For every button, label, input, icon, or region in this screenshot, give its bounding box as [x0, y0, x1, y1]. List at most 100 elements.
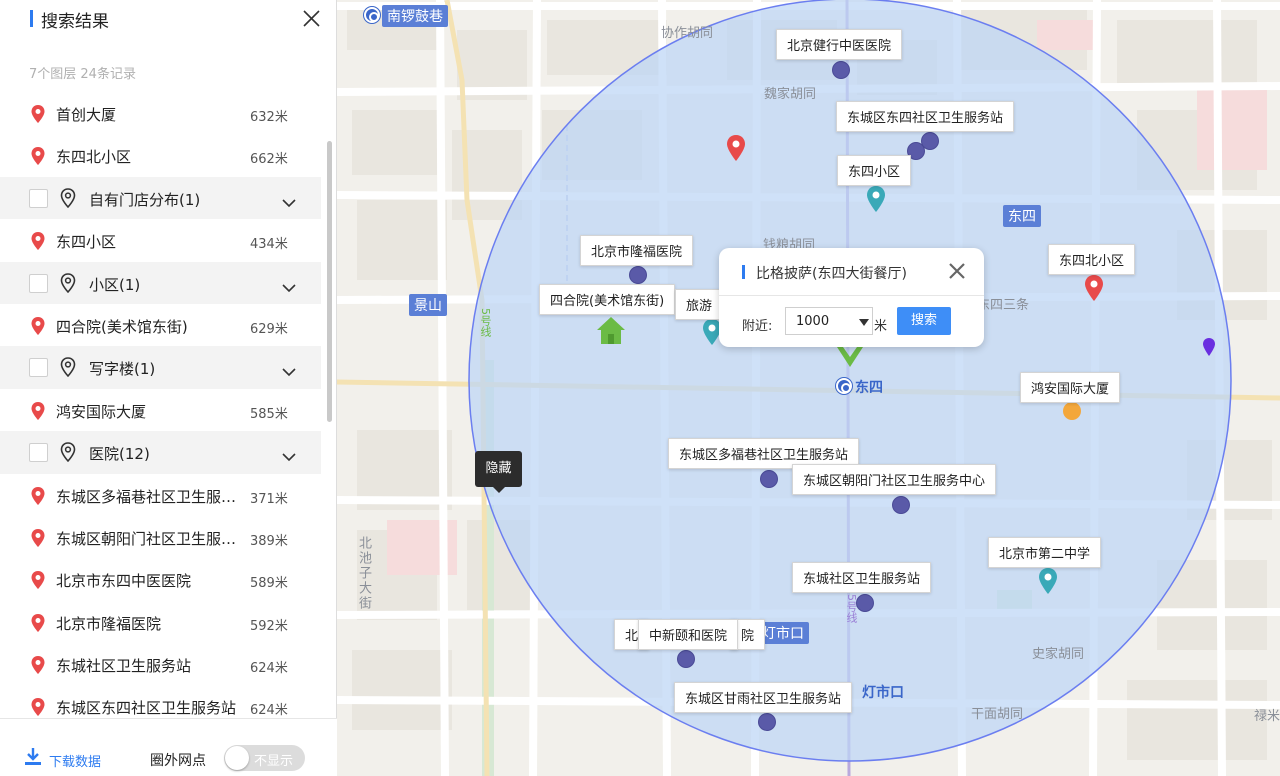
layer-group-header[interactable]: 医院(12): [0, 431, 321, 474]
hospital-marker[interactable]: [677, 650, 695, 668]
popup-title: 比格披萨(东四大街餐厅): [756, 266, 907, 282]
popup-title-accent: [742, 265, 745, 279]
red-pin-icon[interactable]: [726, 134, 746, 164]
poi-label[interactable]: 中新颐和医院: [638, 619, 739, 650]
street-label: 东四三条: [977, 298, 1030, 313]
red-pin-icon: [30, 401, 46, 421]
map-base: [337, 0, 1280, 776]
layer-name: 小区(1): [89, 275, 141, 294]
outside-points-label: 圈外网点: [150, 753, 206, 769]
result-item[interactable]: 四合院(美术馆东街) 629米: [0, 304, 321, 346]
red-pin-icon[interactable]: [1084, 274, 1104, 304]
layer-checkbox[interactable]: [29, 443, 48, 463]
result-distance: 389米: [250, 533, 288, 549]
hospital-marker[interactable]: [629, 266, 647, 284]
result-name: 鸿安国际大厦: [56, 402, 147, 421]
hide-sidebar-tooltip[interactable]: 隐藏: [475, 451, 522, 493]
poi-label[interactable]: 东城区甘雨社区卫生服务站: [674, 682, 853, 713]
teal-pin-icon[interactable]: [866, 185, 886, 215]
poi-label[interactable]: 东四小区: [837, 155, 912, 186]
outside-points-toggle[interactable]: 不显示: [224, 745, 305, 771]
close-icon[interactable]: [303, 10, 320, 27]
poi-label[interactable]: 北京市隆福医院: [580, 235, 694, 266]
result-item[interactable]: 东四北小区 662米: [0, 134, 321, 176]
download-data-link[interactable]: 下载数据: [49, 751, 101, 770]
result-item[interactable]: 东城区多福巷社区卫生服务站 371米: [0, 474, 321, 516]
house-icon[interactable]: [594, 314, 628, 346]
panel-footer: 下载数据 圈外网点 不显示: [0, 718, 337, 776]
poi-label[interactable]: 北京健行中医医院: [776, 29, 903, 60]
hospital-marker[interactable]: [892, 496, 910, 514]
metro-line-label: 5号线: [479, 308, 492, 337]
layer-name: 医院(12): [89, 445, 150, 464]
layer-checkbox[interactable]: [29, 358, 48, 378]
poi-label[interactable]: 东城区东四社区卫生服务站: [836, 101, 1015, 132]
poi-label[interactable]: 东城社区卫生服务站: [792, 562, 932, 593]
search-results-panel: 搜索结果 7个图层 24条记录 首创大厦 632米 东四北小区 662米 自有门店分布(…: [0, 0, 337, 776]
poi-label[interactable]: 旅游: [675, 289, 724, 320]
red-pin-icon: [30, 316, 46, 336]
result-name: 北京市东四中医医院: [56, 572, 192, 591]
result-distance: 629米: [250, 321, 288, 337]
result-distance: 624米: [250, 703, 288, 718]
result-item[interactable]: 东城区朝阳门社区卫生服务中心 389米: [0, 516, 321, 558]
poi-label[interactable]: 鸿安国际大厦: [1020, 372, 1121, 403]
selected-marker-icon[interactable]: [835, 343, 865, 371]
popup-divider: [719, 295, 984, 296]
radius-input[interactable]: [785, 307, 857, 335]
chevron-down-icon[interactable]: [282, 278, 296, 292]
hospital-marker[interactable]: [856, 594, 874, 612]
chevron-down-icon[interactable]: [282, 362, 296, 377]
result-item[interactable]: 北京市隆福医院 592米: [0, 601, 321, 643]
result-name: 东城区多福巷社区卫生服务站: [56, 487, 240, 506]
result-name: 东四小区: [56, 233, 117, 252]
layer-group-header[interactable]: 写字楼(1): [0, 346, 321, 389]
radius-dropdown-button[interactable]: [856, 307, 873, 335]
street-label: 魏家胡同: [764, 87, 817, 102]
location-icon: [60, 272, 76, 293]
red-pin-icon: [30, 104, 46, 124]
purple-pin-icon[interactable]: [1202, 337, 1216, 357]
download-icon[interactable]: [24, 747, 42, 767]
hospital-marker[interactable]: [832, 61, 850, 79]
title-accent: [30, 10, 33, 27]
red-pin-icon: [30, 570, 46, 590]
layer-group-header[interactable]: 自有门店分布(1): [0, 176, 321, 220]
result-item[interactable]: 鸿安国际大厦 585米: [0, 389, 321, 431]
hospital-marker[interactable]: [758, 713, 776, 731]
layer-checkbox[interactable]: [29, 273, 48, 293]
street-label: 北池子大街: [356, 536, 371, 611]
metro-station-label: 东四: [855, 380, 883, 396]
toggle-knob: [225, 746, 249, 770]
result-name: 东四北小区: [56, 148, 132, 167]
result-name: 四合院(美术馆东街): [56, 317, 188, 336]
red-pin-icon: [30, 146, 46, 166]
layer-checkbox[interactable]: [29, 188, 48, 208]
poi-label[interactable]: 北京市第二中学: [988, 537, 1102, 568]
teal-pin-icon[interactable]: [1038, 567, 1058, 597]
metro-station-label: 景山: [409, 294, 447, 316]
result-item[interactable]: 东城区东四社区卫生服务站 624米: [0, 685, 321, 718]
layer-name: 写字楼(1): [89, 360, 156, 379]
poi-label[interactable]: 东四北小区: [1048, 244, 1136, 275]
chevron-down-icon[interactable]: [282, 193, 296, 207]
poi-popup: 比格披萨(东四大街餐厅) 附近: 米 搜索: [719, 248, 984, 347]
poi-label[interactable]: 四合院(美术馆东街): [539, 284, 676, 315]
nearby-search-button[interactable]: 搜索: [897, 307, 951, 335]
result-item[interactable]: 首创大厦 632米: [0, 92, 321, 134]
result-item[interactable]: 东四小区 434米: [0, 219, 321, 261]
result-item[interactable]: 北京市东四中医医院 589米: [0, 558, 321, 600]
result-name: 首创大厦: [56, 106, 117, 124]
poi-label[interactable]: 东城区朝阳门社区卫生服务中心: [792, 464, 997, 495]
results-list: 首创大厦 632米 东四北小区 662米 自有门店分布(1) 东四小区 434米小区(1) 四…: [0, 92, 321, 718]
map-canvas[interactable]: 协作胡同 魏家胡同 钱粮胡同 东四三条 史家胡同 干面胡同 禄米 北池子大街 南…: [337, 0, 1280, 776]
result-item[interactable]: 东城社区卫生服务站 624米: [0, 643, 321, 685]
chevron-down-icon[interactable]: [282, 447, 296, 462]
hospital-marker[interactable]: [760, 470, 778, 488]
red-pin-icon: [30, 486, 46, 506]
close-icon[interactable]: [948, 262, 966, 280]
result-name: 北京市隆福医院: [56, 614, 162, 633]
metro-station-label: 东四: [1003, 205, 1041, 227]
scrollbar[interactable]: [327, 141, 332, 422]
layer-group-header[interactable]: 小区(1): [0, 261, 321, 304]
